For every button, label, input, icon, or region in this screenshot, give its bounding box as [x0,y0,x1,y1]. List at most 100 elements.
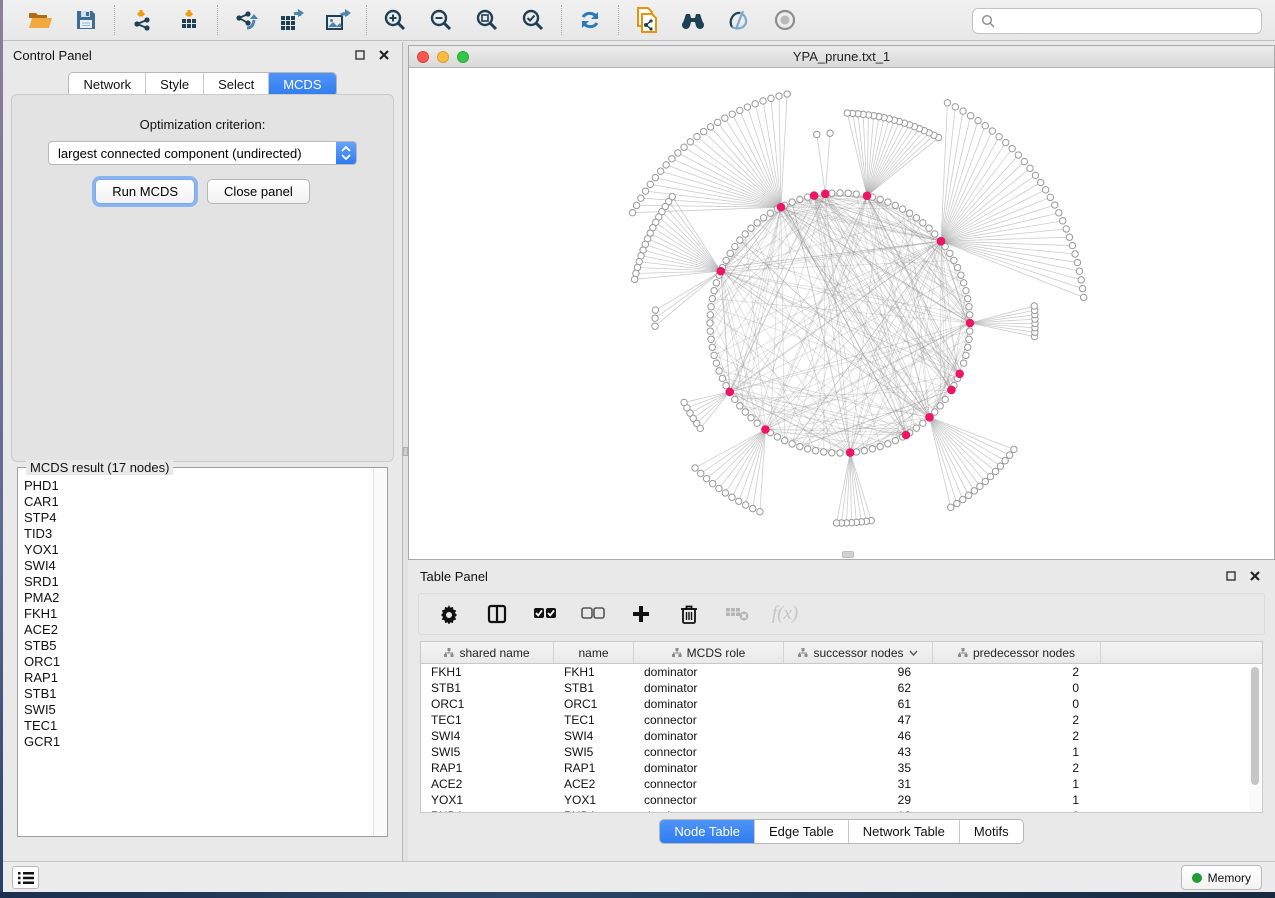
mcds-node-item[interactable]: PMA2 [24,590,373,606]
mcds-node-item[interactable]: GCR1 [24,734,373,750]
table-row[interactable]: ACE2ACE2connector311 [421,776,1262,792]
optimization-criterion-select[interactable]: largest connected component (undirected) [48,141,357,165]
mcds-node-list[interactable]: PHD1CAR1STP4TID3YOX1SWI4SRD1PMA2FKH1ACE2… [24,478,373,834]
copy-style-button[interactable] [633,6,661,34]
create-column-button[interactable] [629,602,653,626]
export-table-button[interactable] [278,6,306,34]
zoom-out-button[interactable] [427,6,455,34]
mcds-node-item[interactable]: STB5 [24,638,373,654]
network-leaf-node [652,307,658,313]
columns-icon [487,604,507,624]
select-all-rows-button[interactable] [533,602,557,626]
memory-button[interactable]: Memory [1181,865,1262,890]
find-button[interactable] [679,6,707,34]
col-header-mcds-role[interactable]: MCDS role [634,642,784,663]
mcds-node-item[interactable]: SWI5 [24,702,373,718]
tab-edge-table[interactable]: Edge Table [755,820,849,843]
table-row[interactable]: ORC1ORC1dominator610 [421,696,1262,712]
network-leaf-node [1027,165,1033,171]
zoom-in-button[interactable] [381,6,409,34]
mcds-node-item[interactable]: CAR1 [24,494,373,510]
tab-select[interactable]: Select [204,73,269,96]
table-settings-button[interactable] [437,602,461,626]
col-header-predecessor-nodes[interactable]: predecessor nodes [933,642,1101,663]
tab-network[interactable]: Network [69,73,146,96]
delete-column-button[interactable] [677,602,701,626]
close-table-panel-button[interactable] [1247,568,1263,584]
network-node [892,202,898,208]
col-header-name[interactable]: name [554,642,634,663]
mcds-node-item[interactable]: PHD1 [24,478,373,494]
table-row[interactable]: FKH1FKH1dominator962 [421,664,1262,680]
mcds-node-item[interactable]: ACE2 [24,622,373,638]
import-network-button[interactable] [129,6,157,34]
table-vscroll-thumb[interactable] [1251,667,1259,785]
toggle-column-panel-button[interactable] [485,602,509,626]
col-label: MCDS role [687,646,746,660]
network-window-titlebar[interactable]: YPA_prune.txt_1 [409,46,1274,68]
network-leaf-node [729,111,735,117]
mcds-node-item[interactable]: SWI4 [24,558,373,574]
mcds-node-item[interactable]: ORC1 [24,654,373,670]
table-cell: RAP1 [421,760,554,776]
mcds-node-item[interactable]: STB1 [24,686,373,702]
network-hscrollbar[interactable] [842,551,854,558]
table-vscrollbar[interactable] [1249,665,1261,811]
network-node [719,375,725,381]
table-row[interactable]: RAP1RAP1dominator352 [421,760,1262,776]
zoom-selected-button[interactable] [519,6,547,34]
network-leaf-node [687,139,693,145]
table-row[interactable]: PHD1PHD1dominator180 [421,808,1262,813]
tab-style[interactable]: Style [146,73,204,96]
refresh-button[interactable] [576,6,604,34]
col-header-shared-name[interactable]: shared name [421,642,554,663]
export-network-button[interactable] [232,6,260,34]
network-leaf-node [638,195,644,201]
network-leaf-node [948,504,954,510]
export-image-button[interactable] [324,6,352,34]
mcds-node-item[interactable]: SRD1 [24,574,373,590]
close-panel-button-mcds[interactable]: Close panel [207,179,310,204]
hide-details-button[interactable] [725,6,753,34]
network-leaf-node [954,500,960,506]
network-leaf-node [663,162,669,168]
global-search-field[interactable] [972,8,1262,34]
mcds-node-item[interactable]: FKH1 [24,606,373,622]
tab-mcds[interactable]: MCDS [269,73,335,96]
mcds-node-item[interactable]: TID3 [24,526,373,542]
run-mcds-button[interactable]: Run MCDS [95,179,195,204]
task-history-button[interactable] [12,866,39,889]
network-node [797,443,803,449]
open-file-button[interactable] [26,6,54,34]
table-row[interactable]: STB1STB1dominator620 [421,680,1262,696]
close-panel-button[interactable] [376,47,392,63]
tab-motifs[interactable]: Motifs [960,820,1023,843]
mcds-node-item[interactable]: RAP1 [24,670,373,686]
zoom-fit-button[interactable] [473,6,501,34]
network-graph[interactable] [409,68,1274,559]
tab-network-table[interactable]: Network Table [849,820,960,843]
float-panel-button[interactable] [352,47,368,63]
network-node [821,449,827,455]
col-header-successor-nodes[interactable]: successor nodes [784,642,933,663]
save-session-button[interactable] [72,6,100,34]
mcds-list-scrollbar[interactable] [373,469,386,835]
network-leaf-node [752,101,758,107]
float-table-panel-button[interactable] [1223,568,1239,584]
table-row[interactable]: SWI4SWI4dominator462 [421,728,1262,744]
network-node [926,225,932,231]
mcds-node-item[interactable]: TEC1 [24,718,373,734]
mcds-node-item[interactable]: YOX1 [24,542,373,558]
network-canvas[interactable] [409,68,1274,559]
deselect-all-rows-button[interactable] [581,602,605,626]
show-details-button[interactable] [771,6,799,34]
network-node [861,447,867,453]
table-row[interactable]: YOX1YOX1connector291 [421,792,1262,808]
mcds-node-item[interactable]: STP4 [24,510,373,526]
table-row[interactable]: SWI5SWI5connector431 [421,744,1262,760]
tab-node-table[interactable]: Node Table [660,820,755,843]
import-table-button[interactable] [175,6,203,34]
table-row[interactable]: TEC1TEC1connector472 [421,712,1262,728]
table-cell: dominator [634,808,784,813]
search-input[interactable] [1001,14,1253,28]
